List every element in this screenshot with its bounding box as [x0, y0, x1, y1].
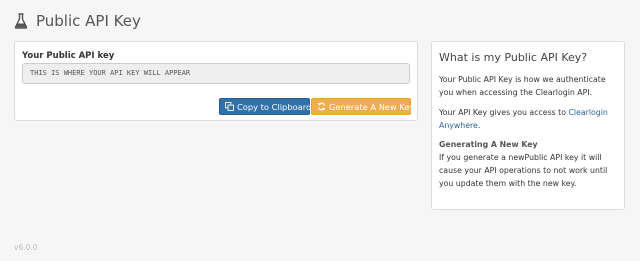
info-panel: What is my Public API Key? Your Public A… — [431, 41, 625, 210]
flask-icon — [14, 13, 28, 29]
generate-button-label: Generate A New Key — [329, 101, 415, 112]
info-paragraph-generate: If you generate a newPublic API key it w… — [439, 153, 608, 188]
copy-icon — [225, 102, 234, 111]
info-paragraph-authenticate: Your Public API Key is how we authentica… — [439, 75, 606, 97]
copy-button-label: Copy to Clipboard — [237, 101, 312, 112]
info-subtitle: Generating A New Key — [439, 140, 538, 149]
api-key-panel: Your Public API key THIS IS WHERE YOUR A… — [14, 41, 418, 121]
refresh-icon — [317, 102, 326, 111]
api-key-label: Your Public API key — [22, 51, 115, 61]
info-access-suffix: . — [477, 121, 481, 130]
info-access-text: Your API Key gives you access to — [439, 108, 569, 117]
page-title: Public API Key — [36, 12, 141, 30]
version-label: v6.0.0 — [14, 243, 38, 252]
info-title: What is my Public API Key? — [439, 51, 588, 64]
copy-to-clipboard-button[interactable]: Copy to Clipboard — [219, 98, 312, 115]
generate-new-key-button[interactable]: Generate A New Key — [311, 98, 415, 115]
api-key-field[interactable]: THIS IS WHERE YOUR API KEY WILL APPEAR — [22, 63, 410, 84]
page-header: Public API Key — [14, 12, 141, 30]
info-paragraph-access: Your API Key gives you access to Clearlo… — [439, 106, 617, 132]
